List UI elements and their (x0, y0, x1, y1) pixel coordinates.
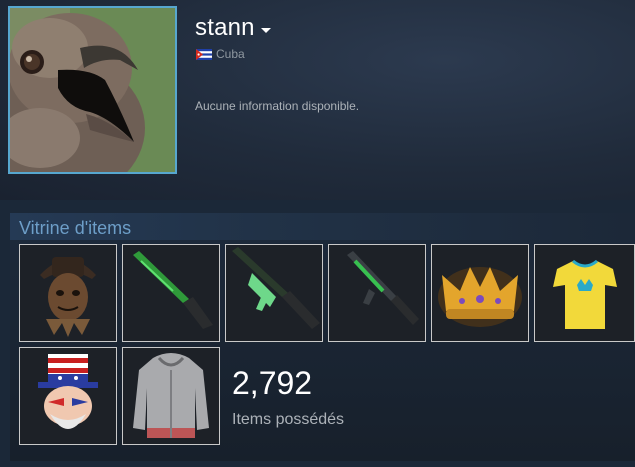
showcase-title: Vitrine d'items (19, 218, 132, 238)
chevron-down-icon[interactable] (260, 27, 271, 33)
showcase-item-3[interactable] (225, 244, 323, 342)
avatar[interactable] (8, 6, 177, 174)
green-shotgun-icon (123, 245, 219, 341)
showcase-item-1[interactable] (19, 244, 117, 342)
showcase-item-8[interactable] (122, 347, 220, 445)
profile-summary: Aucune information disponible. (195, 99, 360, 113)
grey-hoodie-icon (123, 348, 219, 444)
showcase-item-2[interactable] (122, 244, 220, 342)
scarecrow-mask-icon (20, 245, 116, 341)
persona-name[interactable]: stann (195, 14, 271, 42)
profile-location: Cuba (196, 47, 245, 61)
showcase-item-5[interactable] (431, 244, 529, 342)
country-name: Cuba (216, 47, 245, 61)
uncle-sam-mask-icon (20, 348, 116, 444)
showcase-item-6[interactable] (534, 244, 635, 342)
showcase-item-4[interactable] (328, 244, 426, 342)
showcase-header: Vitrine d'items (10, 213, 635, 240)
cuba-flag-icon (196, 48, 212, 60)
green-carbine-icon (329, 245, 425, 341)
gold-crown-icon (432, 245, 528, 341)
showcase-item-7[interactable] (19, 347, 117, 445)
yellow-tshirt-icon (535, 245, 634, 341)
item-count: 2,792 (232, 365, 313, 401)
item-count-label: Items possédés (232, 411, 345, 428)
bird-avatar-icon (10, 8, 175, 172)
green-rifle-icon (226, 245, 322, 341)
persona-name-text: stann (195, 14, 255, 41)
